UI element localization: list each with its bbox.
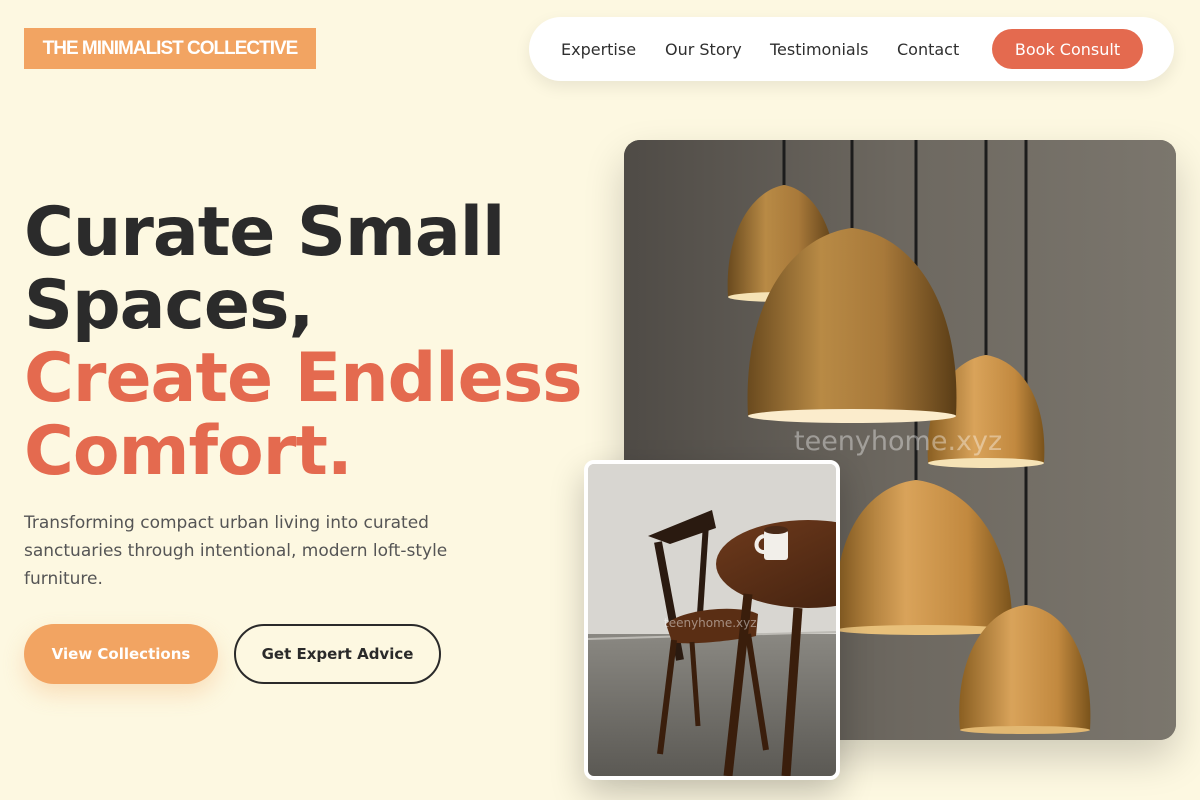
hero-title-accent-line: Create Endless bbox=[24, 339, 583, 418]
photo-watermark: teenyhome.xyz bbox=[794, 426, 1003, 457]
photo-watermark: teenyhome.xyz bbox=[664, 616, 757, 630]
view-collections-button[interactable]: View Collections bbox=[24, 624, 218, 684]
hero-title-line: Curate Small bbox=[24, 193, 505, 272]
nav-link-contact[interactable]: Contact bbox=[897, 17, 959, 81]
nav-link-our-story[interactable]: Our Story bbox=[665, 17, 742, 81]
hero-title-accent-line: Comfort. bbox=[24, 412, 353, 491]
hero-subtitle: Transforming compact urban living into c… bbox=[24, 513, 448, 589]
chair-table-photo: teenyhome.xyz bbox=[584, 460, 840, 780]
hero-title-line: Spaces, bbox=[24, 266, 314, 345]
hero-title: Curate Small Spaces, Create Endless Comf… bbox=[24, 196, 584, 488]
nav-link-expertise[interactable]: Expertise bbox=[561, 17, 636, 81]
get-expert-advice-button[interactable]: Get Expert Advice bbox=[234, 624, 441, 684]
brand-logo[interactable]: THE MINIMALIST COLLECTIVE bbox=[24, 28, 316, 69]
book-consult-button[interactable]: Book Consult bbox=[992, 29, 1143, 69]
nav-link-testimonials[interactable]: Testimonials bbox=[770, 17, 869, 81]
top-nav: Expertise Our Story Testimonials Contact… bbox=[529, 17, 1174, 81]
